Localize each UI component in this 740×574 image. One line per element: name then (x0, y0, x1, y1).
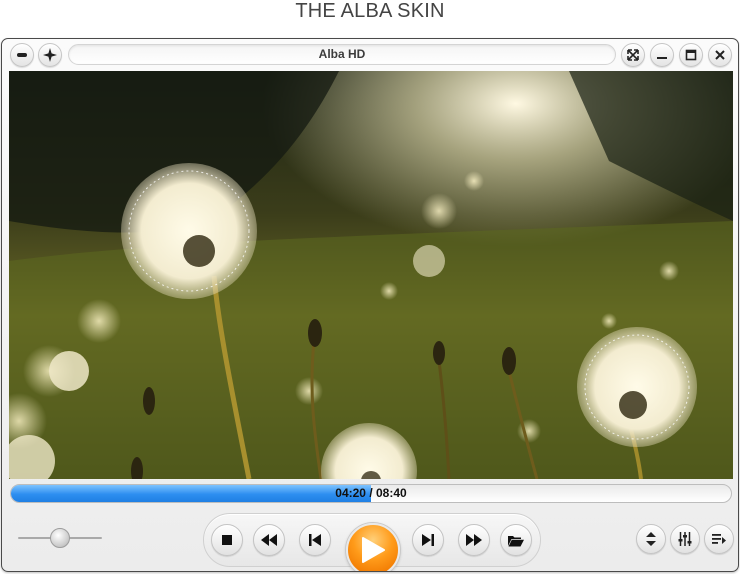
stop-button[interactable] (211, 524, 243, 556)
playlist-button[interactable] (704, 524, 734, 554)
up-down-icon (646, 532, 656, 546)
aspect-button[interactable] (636, 524, 666, 554)
page-heading: THE ALBA SKIN (295, 0, 445, 22)
total-duration: 08:40 (376, 486, 407, 500)
effects-button[interactable] (38, 43, 62, 67)
volume-slider-knob[interactable] (50, 528, 70, 548)
fast-forward-icon (466, 534, 482, 546)
close-icon (715, 50, 725, 60)
open-file-button[interactable] (500, 524, 532, 556)
play-icon (362, 537, 385, 563)
sparkle-icon (43, 48, 57, 62)
maximize-button[interactable] (679, 43, 703, 67)
time-separator: / (365, 486, 376, 500)
fullscreen-button[interactable] (621, 43, 645, 67)
open-folder-icon (508, 535, 524, 546)
next-icon (422, 534, 434, 546)
fast-forward-button[interactable] (458, 524, 490, 556)
time-display: 04:20 / 08:40 (11, 485, 731, 502)
play-button[interactable] (346, 523, 400, 571)
stop-icon (222, 535, 232, 545)
video-frame-dandelions (9, 71, 733, 479)
playlist-icon (712, 533, 726, 544)
previous-icon (309, 534, 321, 546)
menu-button[interactable] (10, 43, 34, 67)
next-button[interactable] (412, 524, 444, 556)
minus-icon (17, 53, 27, 57)
window-title: Alba HD (68, 44, 616, 65)
fullscreen-icon (627, 49, 639, 61)
minimize-icon (657, 57, 667, 59)
equalizer-icon (678, 532, 692, 546)
rewind-button[interactable] (253, 524, 285, 556)
title-bar: Alba HD (2, 39, 738, 70)
player-window: Alba HD 04:20 / 08:40 (1, 38, 739, 572)
equalizer-button[interactable] (670, 524, 700, 554)
video-display[interactable] (9, 71, 733, 479)
minimize-button[interactable] (650, 43, 674, 67)
close-button[interactable] (708, 43, 732, 67)
seek-bar[interactable]: 04:20 / 08:40 (10, 484, 732, 503)
previous-button[interactable] (299, 524, 331, 556)
rewind-icon (261, 534, 277, 546)
current-time: 04:20 (335, 486, 366, 500)
maximize-icon (685, 49, 697, 61)
